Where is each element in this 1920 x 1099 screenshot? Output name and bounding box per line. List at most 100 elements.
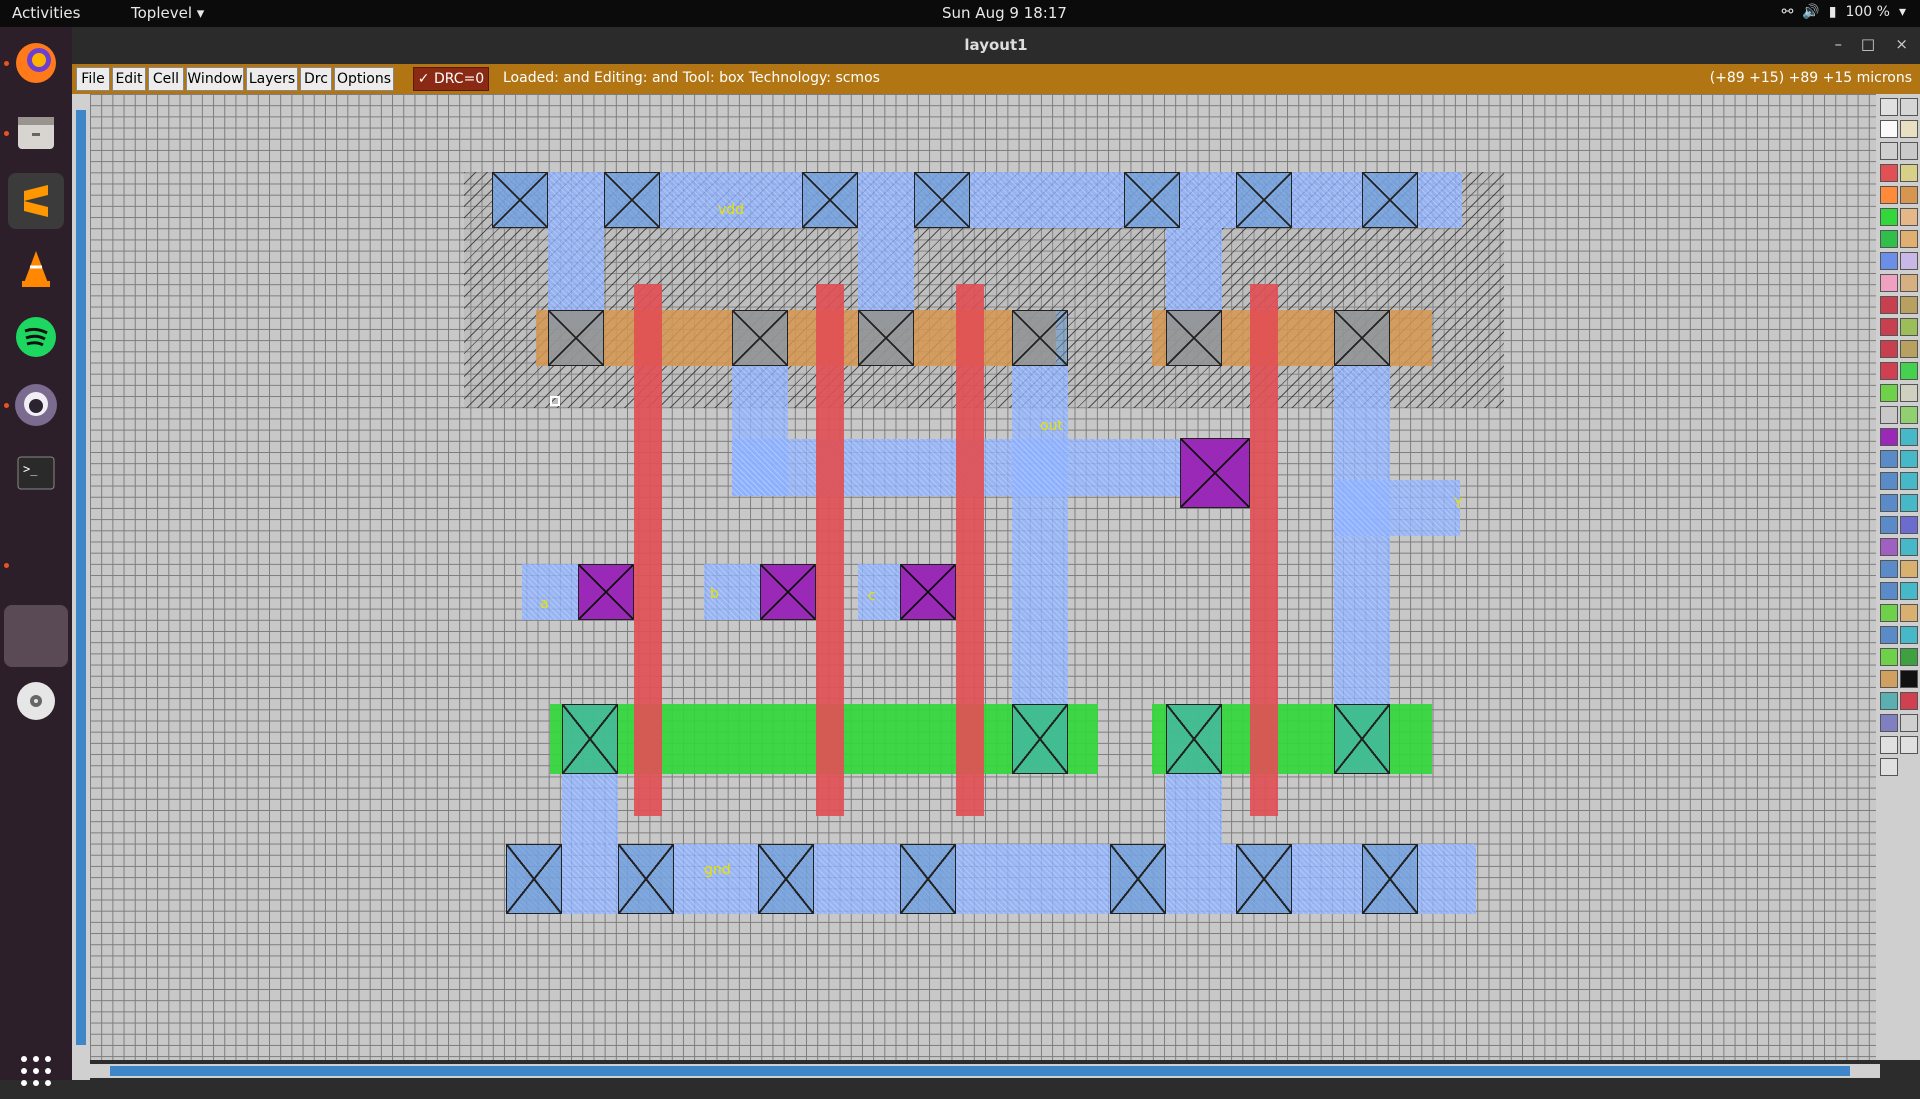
sublime-icon[interactable]	[8, 173, 64, 229]
layer-swatch[interactable]	[1880, 120, 1898, 138]
layer-swatch[interactable]	[1900, 736, 1918, 754]
layer-swatch[interactable]	[1880, 142, 1898, 160]
layer-swatch[interactable]	[1880, 494, 1898, 512]
layer-swatch[interactable]	[1900, 98, 1918, 116]
menu-drc[interactable]: Drc	[300, 67, 332, 91]
toplevel-menu[interactable]: Toplevel ▾	[131, 4, 204, 22]
system-tray[interactable]: ⚯ 🔊 ▮ 100 % ▾	[1782, 4, 1906, 20]
label-c: c	[868, 588, 876, 604]
layer-swatch[interactable]	[1900, 208, 1918, 226]
layer-swatch[interactable]	[1880, 164, 1898, 182]
layer-swatch[interactable]	[1880, 296, 1898, 314]
layer-swatch[interactable]	[1880, 406, 1898, 424]
terminal-icon[interactable]: >_	[8, 445, 64, 501]
contact-cut	[562, 704, 618, 774]
menu-cell[interactable]: Cell	[148, 67, 184, 91]
layer-swatch[interactable]	[1900, 560, 1918, 578]
layer-swatch[interactable]	[1900, 670, 1918, 688]
layer-swatch[interactable]	[1900, 626, 1918, 644]
vertical-scrollbar[interactable]	[76, 110, 86, 1045]
layer-swatch[interactable]	[1880, 362, 1898, 380]
clock[interactable]: Sun Aug 9 18:17	[942, 4, 1067, 22]
layer-palette[interactable]	[1876, 94, 1920, 1060]
vlc-icon[interactable]	[8, 241, 64, 297]
layer-swatch[interactable]	[1900, 230, 1918, 248]
layer-swatch[interactable]	[1900, 472, 1918, 490]
layer-swatch[interactable]	[1880, 384, 1898, 402]
poly-contact	[1180, 438, 1250, 508]
firefox-icon[interactable]	[8, 35, 64, 91]
layer-swatch[interactable]	[1900, 428, 1918, 446]
horizontal-scrollbar[interactable]	[110, 1066, 1850, 1076]
layer-swatch[interactable]	[1900, 164, 1918, 182]
gnd-strap	[562, 774, 618, 844]
layer-swatch[interactable]	[1880, 758, 1898, 776]
gnd-strap	[1166, 774, 1222, 844]
layer-swatch[interactable]	[1900, 384, 1918, 402]
blank-app-icon[interactable]	[4, 605, 68, 667]
layer-swatch[interactable]	[1900, 142, 1918, 160]
layer-swatch[interactable]	[1900, 494, 1918, 512]
layer-swatch[interactable]	[1880, 450, 1898, 468]
layer-swatch[interactable]	[1880, 560, 1898, 578]
layer-swatch[interactable]	[1900, 296, 1918, 314]
menu-edit[interactable]: Edit	[112, 67, 146, 91]
github-icon[interactable]	[8, 377, 64, 433]
window-titlebar[interactable]: layout1 – □ ×	[72, 27, 1920, 65]
close-button[interactable]: ×	[1895, 35, 1908, 53]
app-grid-icon[interactable]	[8, 1043, 64, 1099]
layer-swatch[interactable]	[1880, 604, 1898, 622]
layer-swatch[interactable]	[1880, 582, 1898, 600]
layer-swatch[interactable]	[1880, 626, 1898, 644]
layer-swatch[interactable]	[1880, 714, 1898, 732]
label-gnd: gnd	[704, 862, 731, 878]
spotify-icon[interactable]	[8, 309, 64, 365]
layer-swatch[interactable]	[1880, 692, 1898, 710]
layer-swatch[interactable]	[1880, 274, 1898, 292]
layer-swatch[interactable]	[1900, 252, 1918, 270]
layer-swatch[interactable]	[1900, 692, 1918, 710]
layer-swatch[interactable]	[1900, 318, 1918, 336]
layer-swatch[interactable]	[1880, 186, 1898, 204]
menu-layers[interactable]: Layers	[246, 67, 298, 91]
layer-swatch[interactable]	[1880, 428, 1898, 446]
maximize-button[interactable]: □	[1861, 35, 1875, 53]
layer-swatch[interactable]	[1900, 714, 1918, 732]
layer-swatch[interactable]	[1880, 98, 1898, 116]
layer-swatch[interactable]	[1900, 538, 1918, 556]
layer-swatch[interactable]	[1900, 406, 1918, 424]
layer-swatch[interactable]	[1880, 538, 1898, 556]
layer-swatch[interactable]	[1900, 340, 1918, 358]
layer-swatch[interactable]	[1900, 362, 1918, 380]
layer-swatch[interactable]	[1880, 516, 1898, 534]
files-icon[interactable]	[8, 105, 64, 161]
layer-swatch[interactable]	[1880, 736, 1898, 754]
layer-swatch[interactable]	[1900, 450, 1918, 468]
contact-cut	[548, 310, 604, 366]
layer-swatch[interactable]	[1880, 208, 1898, 226]
layer-swatch[interactable]	[1900, 120, 1918, 138]
layer-swatch[interactable]	[1880, 670, 1898, 688]
layer-swatch[interactable]	[1880, 252, 1898, 270]
poly-contact	[578, 564, 634, 620]
layer-swatch[interactable]	[1900, 516, 1918, 534]
layer-swatch[interactable]	[1880, 648, 1898, 666]
layer-swatch[interactable]	[1900, 648, 1918, 666]
minimize-button[interactable]: –	[1835, 35, 1843, 53]
layer-swatch[interactable]	[1900, 604, 1918, 622]
disc-icon[interactable]	[8, 673, 64, 729]
drc-status-button[interactable]: ✓ DRC=0	[413, 67, 489, 91]
layer-swatch[interactable]	[1880, 472, 1898, 490]
layer-swatch[interactable]	[1880, 318, 1898, 336]
layer-swatch[interactable]	[1880, 340, 1898, 358]
layer-swatch[interactable]	[1900, 186, 1918, 204]
layer-swatch[interactable]	[1900, 274, 1918, 292]
contact-cut	[1124, 172, 1180, 228]
menu-file[interactable]: File	[76, 67, 110, 91]
menu-window[interactable]: Window	[186, 67, 244, 91]
layer-swatch[interactable]	[1900, 582, 1918, 600]
layout-canvas[interactable]: vdd out Y a b c gnd	[90, 94, 1876, 1060]
menu-options[interactable]: Options	[334, 67, 394, 91]
layer-swatch[interactable]	[1880, 230, 1898, 248]
activities-button[interactable]: Activities	[12, 4, 80, 22]
